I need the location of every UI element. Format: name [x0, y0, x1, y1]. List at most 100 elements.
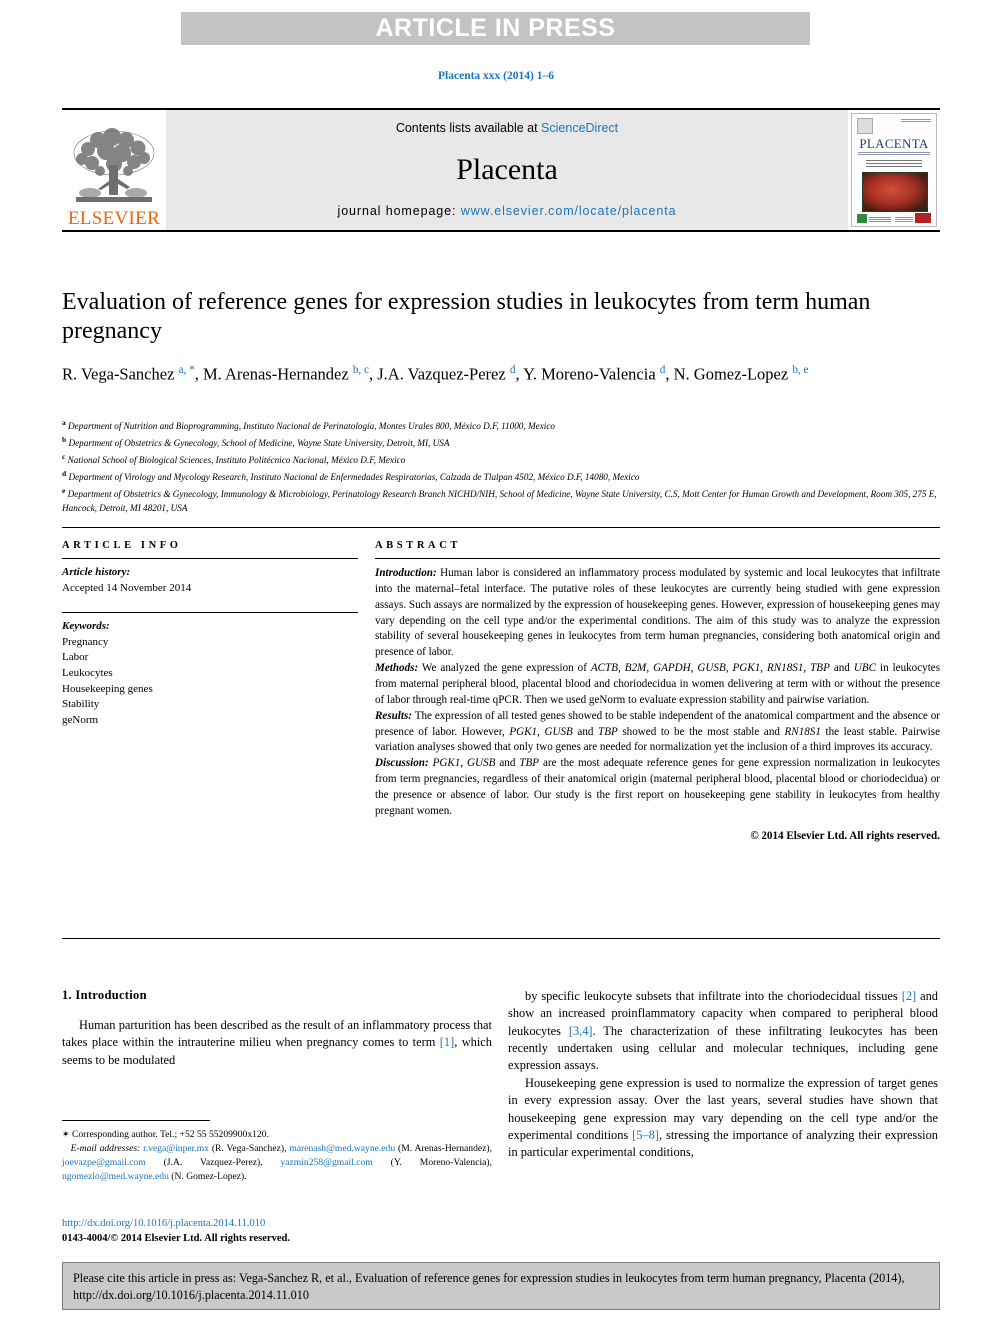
keyword-list: Pregnancy Labor Leukocytes Housekeeping gen…: [62, 635, 358, 729]
cover-blurb-lines: [866, 160, 922, 167]
email-owner-name: (N. Gomez-Lopez).: [168, 1171, 247, 1182]
affiliation-item: a Department of Nutrition and Bioprogram…: [62, 417, 940, 434]
abstract-section: Results: The expression of all tested ge…: [375, 709, 940, 754]
gene-name: PGK1: [732, 662, 761, 675]
article-history-value: Accepted 14 November 2014: [62, 581, 192, 594]
journal-homepage-url[interactable]: www.elsevier.com/locate/placenta: [461, 204, 677, 218]
citation-reference[interactable]: [3,4]: [569, 1024, 593, 1038]
cover-badge-green-icon: [857, 214, 867, 223]
keyword-item: geNorm: [62, 713, 99, 726]
introduction-paragraph-right-1: by specific leukocyte subsets that infil…: [508, 989, 938, 1073]
issn-copyright-line: 0143-4004/© 2014 Elsevier Ltd. All right…: [62, 1233, 290, 1245]
gene-name: GAPDH: [653, 662, 691, 675]
email-addresses-label: E-mail addresses:: [62, 1143, 144, 1154]
citation-reference[interactable]: [2]: [902, 989, 916, 1003]
cover-badge-red-icon: [915, 213, 931, 223]
cover-header-lines: [901, 119, 931, 123]
gene-name: PGK1: [432, 757, 461, 770]
journal-homepage-line: journal homepage: www.elsevier.com/locat…: [338, 204, 677, 218]
email-owner-name: (M. Arenas-Hernandez),: [395, 1143, 492, 1154]
article-title: Evaluation of reference genes for expres…: [62, 289, 871, 344]
gene-name: TBP: [810, 662, 830, 675]
cover-subtitle-lines: [858, 152, 930, 155]
gene-name: UBC: [853, 662, 877, 675]
sciencedirect-link[interactable]: ScienceDirect: [541, 121, 618, 135]
article-info-heading: ARTICLE INFO: [62, 540, 182, 551]
keyword-item: Pregnancy: [62, 635, 109, 648]
article-history: Article history: Accepted 14 November 20…: [62, 559, 358, 596]
divider-above-abstract: [62, 527, 940, 528]
affiliation-text: Department of Obstetrics & Gynecology, I…: [62, 489, 937, 514]
gene-name: TBP: [519, 757, 540, 770]
elsevier-wordmark: ELSEVIER: [67, 208, 161, 229]
keyword-item: Stability: [62, 698, 100, 711]
gene-name: RN18S1: [767, 662, 804, 675]
email-owner-name: (R. Vega-Sanchez),: [208, 1143, 290, 1154]
abstract-section: Introduction: Human labor is considered …: [375, 567, 940, 659]
email-addresses: E-mail addresses: r.vega@inper.mx (R. Ve…: [62, 1142, 492, 1184]
abstract-section-label: Results:: [375, 709, 412, 722]
title-block: Evaluation of reference genes for expres…: [62, 288, 940, 386]
affiliation-item: d Department of Virology and Mycology Re…: [62, 468, 940, 485]
keyword-item: Labor: [62, 651, 89, 664]
cover-logo-icon: [857, 118, 873, 134]
gene-name: GUSB: [467, 757, 496, 770]
email-link[interactable]: joevazpe@gmail.com: [62, 1157, 146, 1168]
cover-footer-text-left: [869, 217, 891, 223]
affiliation-text: Department of Obstetrics & Gynecology, S…: [66, 438, 450, 449]
email-link[interactable]: yazmin258@gmail.com: [280, 1157, 372, 1168]
keywords-block: Keywords: Pregnancy Labor Leukocytes Housek…: [62, 613, 358, 728]
introduction-left-column: 1. Introduction Human parturition has be…: [62, 988, 492, 1069]
introduction-heading: 1. Introduction: [62, 988, 147, 1002]
abstract-section-label: Introduction:: [375, 567, 437, 579]
contents-lists-line: Contents lists available at ScienceDirec…: [396, 121, 618, 135]
email-owner-name: (Y. Moreno-Valencia),: [372, 1157, 492, 1168]
gene-name: GUSB: [697, 662, 726, 675]
email-link[interactable]: marenash@med.wayne.edu: [289, 1143, 395, 1154]
footnote-block: ✶ Corresponding author. Tel.; +52 55 552…: [62, 1128, 492, 1184]
abstract-section: Methods: We analyzed the gene expression…: [375, 662, 941, 706]
affiliation-text: Department of Virology and Mycology Rese…: [66, 472, 640, 483]
article-in-press-banner: ARTICLE IN PRESS: [181, 12, 810, 45]
corresponding-author-text: Corresponding author. Tel.; +52 55 55209…: [71, 1129, 269, 1140]
abstract-section-label: Discussion:: [375, 757, 429, 770]
journal-masthead: ELSEVIER Contents lists available at Sci…: [62, 108, 940, 232]
divider-below-abstract: [62, 938, 940, 939]
running-head: Placenta xxx (2014) 1–6: [438, 70, 554, 82]
elsevier-logo: ELSEVIER: [62, 110, 166, 230]
abstract-section-label: Methods:: [375, 662, 419, 675]
gene-name: PGK1: [509, 725, 538, 738]
email-link[interactable]: ngomezlo@med.wayne.edu: [62, 1171, 169, 1182]
doi-link[interactable]: http://dx.doi.org/10.1016/j.placenta.201…: [62, 1216, 492, 1231]
cover-journal-title: PLACENTA: [859, 136, 929, 151]
footnote-divider: [62, 1120, 210, 1121]
abstract-heading: ABSTRACT: [375, 540, 461, 551]
affiliation-item: c National School of Biological Sciences…: [62, 451, 940, 468]
gene-name: ACTB: [590, 662, 618, 675]
journal-cover-thumbnail: PLACENTA: [848, 110, 940, 230]
asterisk-icon: ✶: [62, 1129, 70, 1139]
email-link[interactable]: r.vega@inper.mx: [143, 1143, 209, 1154]
citation-reference[interactable]: [1]: [440, 1035, 454, 1049]
introduction-paragraph-left: Human parturition has been described as …: [62, 1018, 492, 1067]
abstract-column: ABSTRACT Introduction: Human labor is co…: [375, 540, 940, 842]
article-in-press-label: ARTICLE IN PRESS: [375, 14, 616, 42]
abstract-body: Introduction: Human labor is considered …: [375, 559, 940, 820]
article-history-label: Article history:: [62, 566, 131, 578]
contents-prefix: Contents lists available at: [395, 121, 542, 135]
gene-name: TBP: [598, 725, 618, 738]
elsevier-tree-icon: [73, 128, 155, 202]
abstract-copyright: © 2014 Elsevier Ltd. All rights reserved…: [750, 829, 940, 842]
article-info-column: ARTICLE INFO Article history: Accepted 1…: [62, 540, 358, 728]
gene-name: GUSB: [544, 725, 573, 738]
introduction-right-column: by specific leukocyte subsets that infil…: [508, 988, 938, 1162]
citation-reference[interactable]: [5–8]: [632, 1128, 659, 1142]
keywords-label: Keywords:: [62, 620, 110, 633]
author-list: R. Vega-Sanchez a, *, M. Arenas-Hernande…: [62, 363, 809, 384]
introduction-paragraph-right-2: Housekeeping gene expression is used to …: [508, 1075, 938, 1160]
gene-name: RN18S1: [784, 725, 821, 738]
keyword-item: Housekeeping genes: [62, 682, 153, 695]
cover-footer-text-right: [895, 217, 913, 222]
masthead-center: Contents lists available at ScienceDirec…: [166, 110, 848, 230]
article-page: ARTICLE IN PRESS Placenta xxx (2014) 1–6: [0, 0, 992, 1323]
